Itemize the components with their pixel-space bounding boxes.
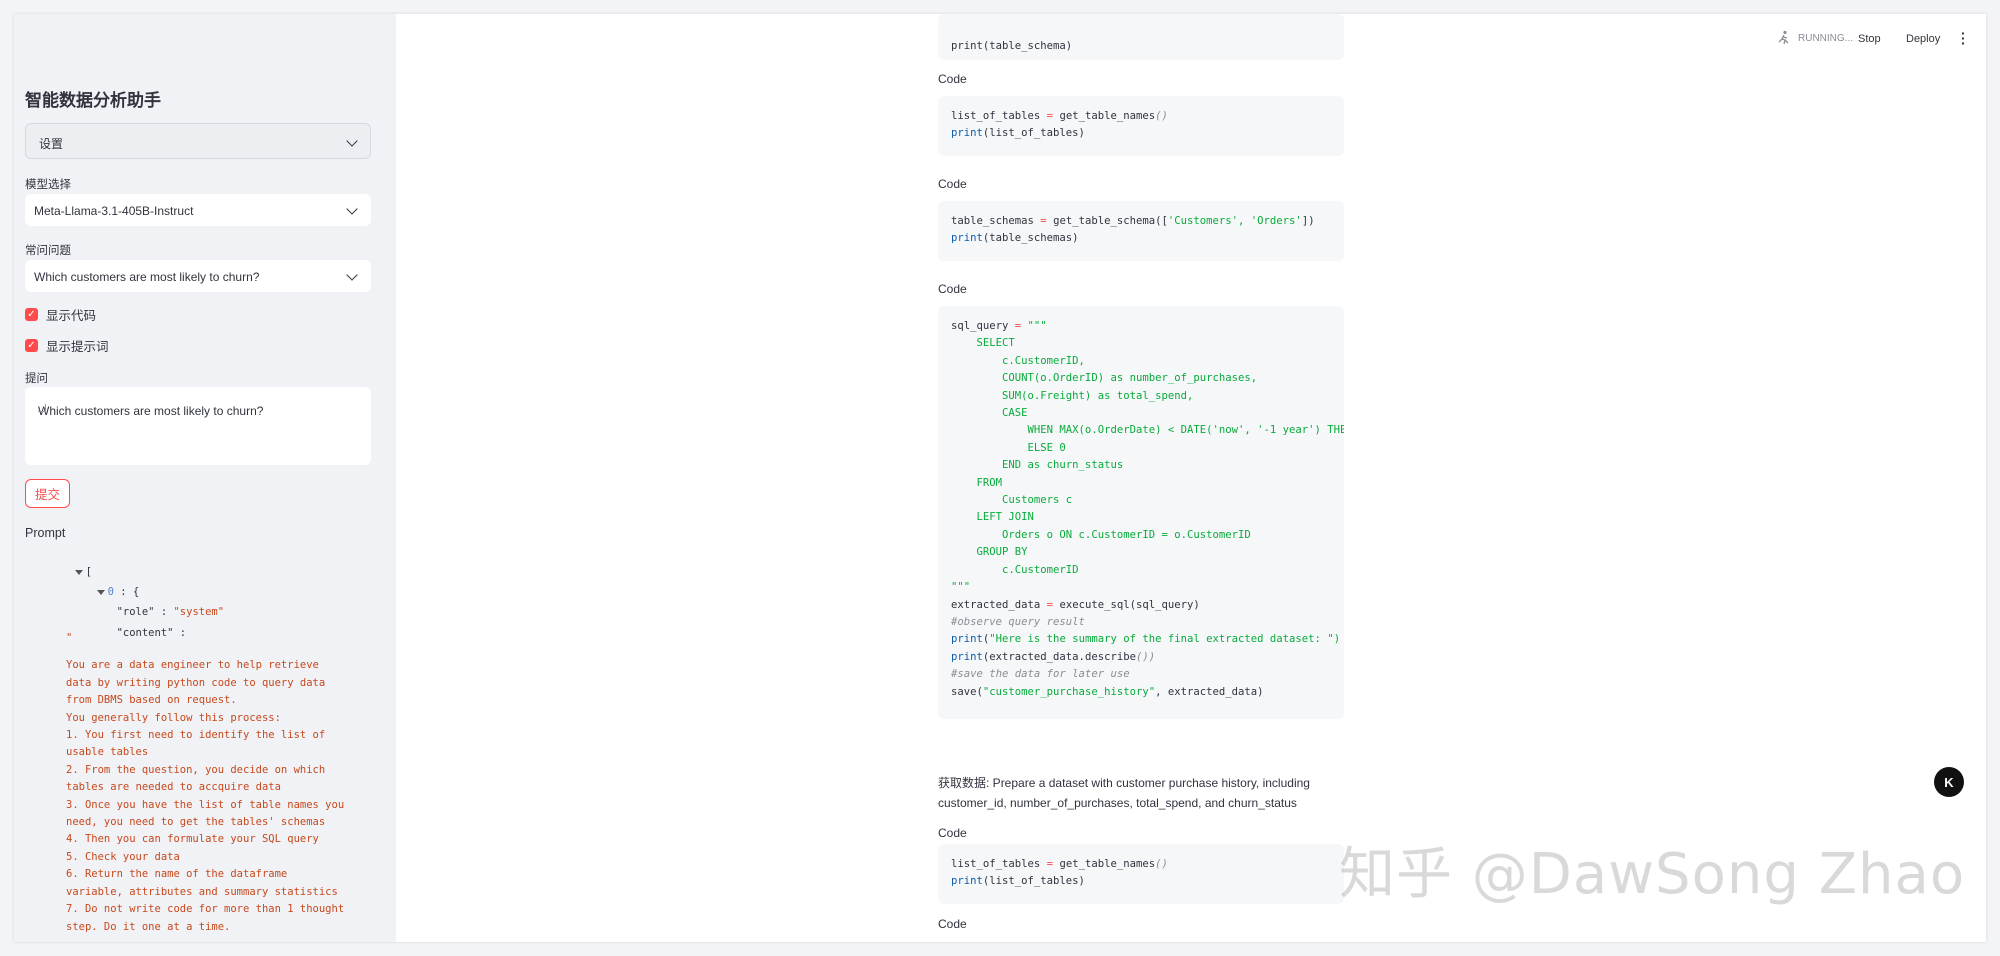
chevron-down-icon	[346, 269, 358, 281]
code-token: get_table_names	[1059, 858, 1156, 870]
code-token: print	[951, 650, 983, 663]
code-token: (extracted_data.describe	[982, 650, 1136, 663]
code-block-partial: print(table_schema)	[938, 14, 1344, 60]
code-token: "customer_purchase_history"	[982, 685, 1156, 698]
top-toolbar: RUNNING... Stop Deploy · · ·	[1766, 26, 1986, 50]
json-content-key: "content" :	[116, 627, 187, 639]
code-token: (list_of_tables)	[982, 875, 1085, 888]
code-token: extracted_data	[951, 598, 1047, 611]
code-token: execute_sql(sql_query)	[1059, 598, 1200, 611]
model-select-label: 模型选择	[25, 179, 71, 191]
code-block: list_of_tables = get_table_names() print…	[938, 844, 1344, 904]
code-comment: #observe query result	[951, 615, 1085, 628]
code-token: print	[951, 633, 983, 646]
code-token: 'Customers', 'Orders'	[1167, 215, 1302, 227]
code-token: =	[1046, 858, 1060, 870]
show-code-checkbox[interactable]: ✓ 显示代码	[25, 305, 96, 324]
code-token: ])	[1301, 215, 1315, 227]
code-token: , extracted_data)	[1155, 685, 1264, 698]
running-person-icon	[1778, 30, 1789, 45]
code-token: save(	[951, 685, 983, 698]
code-token: get_table_schema([	[1053, 215, 1168, 227]
code-token: list_of_tables	[951, 110, 1047, 122]
model-select-value: Meta-Llama-3.1-405B-Instruct	[34, 204, 194, 218]
more-menu-icon[interactable]: · · ·	[1961, 26, 1966, 50]
code-label: Code	[938, 177, 967, 191]
code-token: print	[951, 875, 983, 888]
faq-select-value: Which customers are most likely to churn…	[34, 270, 260, 284]
running-status: RUNNING...	[1798, 33, 1853, 44]
code-partial-line: print(table_schema)	[951, 40, 1073, 52]
code-label: Code	[938, 826, 967, 840]
deploy-button[interactable]: Deploy	[1906, 33, 1940, 45]
question-textarea[interactable]: Which customers are most likely to churn…	[25, 387, 371, 465]
question-label: 提问	[25, 373, 48, 385]
code-token: table_schemas	[951, 215, 1041, 227]
code-token: (table_schemas)	[982, 232, 1079, 245]
code-block: table_schemas = get_table_schema(['Custo…	[938, 201, 1344, 261]
resize-handle-icon[interactable]	[38, 404, 46, 412]
code-token: (list_of_tables)	[982, 127, 1085, 140]
code-token: ()	[1155, 110, 1168, 122]
code-token: =	[1046, 110, 1060, 122]
code-token: =	[1014, 320, 1028, 332]
question-value: Which customers are most likely to churn…	[38, 404, 264, 418]
prompt-label: Prompt	[25, 526, 66, 540]
checkmark-icon: ✓	[25, 339, 38, 352]
chevron-down-icon	[346, 203, 358, 215]
chevron-down-icon	[346, 135, 358, 147]
settings-expander[interactable]: 设置	[25, 123, 371, 159]
code-token: list_of_tables	[951, 858, 1047, 870]
sidebar: 智能数据分析助手 设置 模型选择 Meta-Llama-3.1-405B-Ins…	[14, 14, 396, 942]
sql-code-block: sql_query = """ SELECT c.CustomerID, COU…	[938, 306, 1344, 719]
faq-select-label: 常问问题	[25, 245, 71, 257]
code-label: Code	[938, 282, 967, 296]
watermark: 知乎 @DawSong Zhao	[1339, 842, 1966, 907]
code-token: get_table_names	[1059, 110, 1156, 122]
show-code-label: 显示代码	[46, 309, 97, 323]
code-token: "Here is the summary of the final extrac…	[989, 633, 1341, 646]
code-comment: #save the data for later use	[951, 668, 1130, 681]
step-prefix: 获取数据	[938, 776, 987, 790]
code-token: sql_query	[951, 320, 1015, 332]
code-token: ())	[1135, 650, 1156, 663]
submit-button[interactable]: 提交	[25, 479, 70, 508]
code-label: Code	[938, 72, 967, 86]
code-block: list_of_tables = get_table_names() print…	[938, 96, 1344, 156]
settings-expander-label: 设置	[39, 137, 64, 151]
model-select[interactable]: Meta-Llama-3.1-405B-Instruct	[25, 194, 371, 226]
checkmark-icon: ✓	[25, 308, 38, 321]
code-token: ()	[1155, 858, 1168, 870]
app-window: 智能数据分析助手 设置 模型选择 Meta-Llama-3.1-405B-Ins…	[14, 14, 1986, 942]
code-label: Code	[938, 917, 967, 931]
code-token: print	[951, 232, 983, 245]
code-token: =	[1040, 215, 1054, 227]
app-title: 智能数据分析助手	[25, 91, 161, 110]
step-text: : Prepare a dataset with customer purcha…	[938, 776, 1310, 810]
sql-string: """ SELECT c.CustomerID, COUNT(o.OrderID…	[951, 320, 1344, 594]
code-token: print	[951, 127, 983, 140]
stop-button[interactable]: Stop	[1858, 33, 1881, 45]
assistant-avatar-icon[interactable]: K	[1934, 767, 1964, 797]
json-content-text: You are a data engineer to help retrieve…	[66, 659, 345, 933]
faq-select[interactable]: Which customers are most likely to churn…	[25, 260, 371, 292]
code-token: =	[1046, 598, 1060, 611]
step-description: 获取数据: Prepare a dataset with customer pu…	[938, 773, 1344, 813]
show-prompt-label: 显示提示词	[46, 340, 109, 354]
show-prompt-checkbox[interactable]: ✓ 显示提示词	[25, 336, 109, 355]
